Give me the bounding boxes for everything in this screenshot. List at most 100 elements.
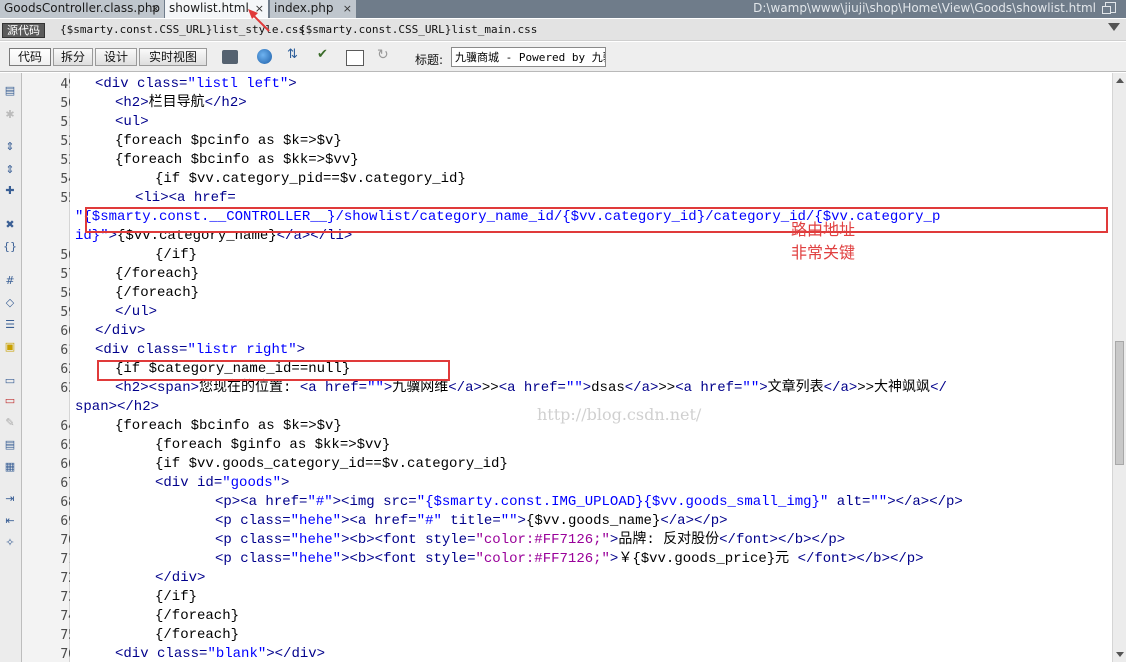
- code-line: <h2>栏目导航</h2>: [115, 94, 247, 113]
- live-view-button[interactable]: 实时视图: [139, 48, 207, 66]
- remove-comment-icon[interactable]: ▭: [3, 395, 17, 407]
- code-token: ><img: [332, 494, 384, 510]
- code-token: style=: [425, 532, 476, 548]
- tab-goodscontroller[interactable]: GoodsController.class.php ×: [0, 0, 164, 18]
- code-token: href=: [374, 513, 417, 529]
- code-token: >: [759, 380, 768, 396]
- code-token: href=: [193, 190, 236, 206]
- code-token: "color:#FF7126;": [475, 532, 610, 548]
- coding-toolbar: ▤ ✱ ⇕ ⇕ ✚ ✖ {} # ◇ ☰ ▣ ▭ ▭ ✎ ▤ ▦ ⇥ ⇤ ✧: [0, 73, 22, 662]
- code-token: </h2>: [204, 95, 247, 111]
- expand-all-icon[interactable]: ⇕: [3, 164, 17, 176]
- related-file-list-main[interactable]: {$smarty.const.CSS_URL}list_main.css: [299, 23, 537, 37]
- design-view-button[interactable]: 设计: [95, 48, 137, 66]
- code-token: ><b><font: [341, 551, 426, 567]
- code-token: ></div>: [266, 646, 326, 662]
- code-line: <p class="hehe"><b><font style="color:#F…: [215, 550, 924, 569]
- apply-comment-icon[interactable]: ▭: [3, 375, 17, 387]
- tab-showlist[interactable]: showlist.html ×: [165, 0, 268, 18]
- scroll-down-icon[interactable]: [1116, 652, 1124, 657]
- code-token: {/foreach}: [155, 627, 240, 643]
- code-line: {/foreach}: [115, 265, 199, 284]
- code-editor[interactable]: <div class="listl left"> <h2>栏目导航</h2> <ul…: [70, 73, 1112, 662]
- code-token: "hehe": [290, 513, 342, 529]
- word-wrap-icon[interactable]: ☰: [3, 319, 17, 331]
- code-token: style=: [425, 551, 476, 567]
- code-token: "#": [307, 494, 333, 510]
- code-line: {/foreach}: [155, 607, 239, 626]
- vertical-scrollbar[interactable]: [1112, 73, 1126, 662]
- title-input[interactable]: 九骥商城 - Powered by 九骥: [451, 47, 606, 67]
- title-label: 标题:: [415, 53, 444, 67]
- close-icon[interactable]: ×: [343, 0, 352, 17]
- code-line: <div class="listl left">: [95, 75, 297, 94]
- code-line: </div>: [155, 569, 205, 588]
- code-token: id=: [197, 475, 223, 491]
- scroll-up-icon[interactable]: [1116, 78, 1124, 83]
- open-documents-icon[interactable]: ▤: [3, 85, 17, 97]
- code-token: {foreach $pcinfo as $k=>$v}: [115, 133, 342, 149]
- info-icon[interactable]: {}: [3, 241, 17, 253]
- visual-aids-icon[interactable]: [346, 50, 364, 66]
- code-token: class=: [240, 513, 291, 529]
- recent-snippets-icon[interactable]: ▤: [3, 439, 17, 451]
- split-view-button[interactable]: 拆分: [53, 48, 93, 66]
- line-numbers-icon[interactable]: #: [3, 275, 17, 287]
- code-token: {/if}: [155, 589, 198, 605]
- move-css-icon[interactable]: ▦: [3, 461, 17, 473]
- code-line: <h2><span>您现在的位置: <a href="">九骥网维</a>>><…: [115, 379, 947, 398]
- syntax-coloring-icon[interactable]: ▣: [3, 341, 17, 353]
- select-parent-tag-icon[interactable]: ✚: [3, 185, 17, 197]
- tab-label: GoodsController.class.php: [4, 1, 161, 15]
- tab-index[interactable]: index.php ×: [270, 0, 356, 18]
- code-token: 品牌: 反对股份: [618, 532, 720, 548]
- code-token: "": [742, 380, 760, 396]
- code-view-button[interactable]: 代码: [9, 48, 51, 66]
- code-token: <p: [215, 513, 241, 529]
- wrap-tag-icon[interactable]: ✎: [3, 417, 17, 429]
- code-token: href=: [700, 380, 743, 396]
- collapse-tag-icon[interactable]: ✱: [3, 109, 17, 121]
- code-token: >: [517, 513, 526, 529]
- code-token: >: [296, 342, 306, 358]
- code-line: <div id="goods">: [155, 474, 289, 493]
- highlight-invalid-icon[interactable]: ◇: [3, 297, 17, 309]
- refresh-icon[interactable]: ↻: [377, 47, 393, 63]
- code-token: >: [288, 76, 297, 92]
- file-management-icon[interactable]: ⇅: [287, 47, 303, 62]
- filter-icon[interactable]: [1108, 23, 1120, 31]
- code-token: </div>: [155, 570, 206, 586]
- check-page-icon[interactable]: ✔: [317, 47, 333, 62]
- close-icon[interactable]: ×: [255, 0, 264, 17]
- code-token: class=: [137, 342, 188, 358]
- related-file-list-style[interactable]: {$smarty.const.CSS_URL}list_style.css: [60, 23, 305, 37]
- multiscreen-icon[interactable]: [222, 50, 238, 64]
- preview-browser-icon[interactable]: [257, 49, 272, 64]
- collapse-selection-icon[interactable]: ⇕: [3, 141, 17, 153]
- line-number-gutter: 49 50 51 52 53 54 55 56 57 58 59 60 61 6…: [22, 73, 76, 662]
- code-token: ><b><font: [341, 532, 426, 548]
- code-token: </div>: [95, 323, 146, 339]
- code-token: <h2><span>: [115, 380, 200, 396]
- scroll-thumb[interactable]: [1115, 341, 1124, 465]
- balance-braces-icon[interactable]: ✖: [3, 219, 17, 231]
- code-token: "#": [416, 513, 442, 529]
- code-token: <a: [299, 380, 326, 396]
- source-code-button[interactable]: 源代码: [2, 23, 45, 38]
- format-source-icon[interactable]: ✧: [3, 537, 17, 549]
- tab-label: index.php: [274, 1, 334, 15]
- code-token: 您现在的位置:: [199, 380, 300, 396]
- code-token: </font></b></p>: [797, 551, 924, 567]
- code-line: <p><a href="#"><img src="{$smarty.const.…: [215, 493, 963, 512]
- code-token: </a>: [448, 380, 482, 396]
- code-line: {/foreach}: [115, 284, 199, 303]
- close-icon[interactable]: ×: [151, 0, 160, 17]
- indent-icon[interactable]: ⇥: [3, 493, 17, 505]
- outdent-icon[interactable]: ⇤: [3, 515, 17, 527]
- code-token: "hehe": [290, 532, 342, 548]
- code-line: <div class="blank"></div>: [115, 645, 325, 664]
- code-token: 栏目导航: [148, 95, 205, 111]
- code-line: {foreach $ginfo as $kk=>$vv}: [155, 436, 390, 455]
- code-token: {/foreach}: [115, 285, 200, 301]
- restore-window-icon[interactable]: [1102, 2, 1116, 14]
